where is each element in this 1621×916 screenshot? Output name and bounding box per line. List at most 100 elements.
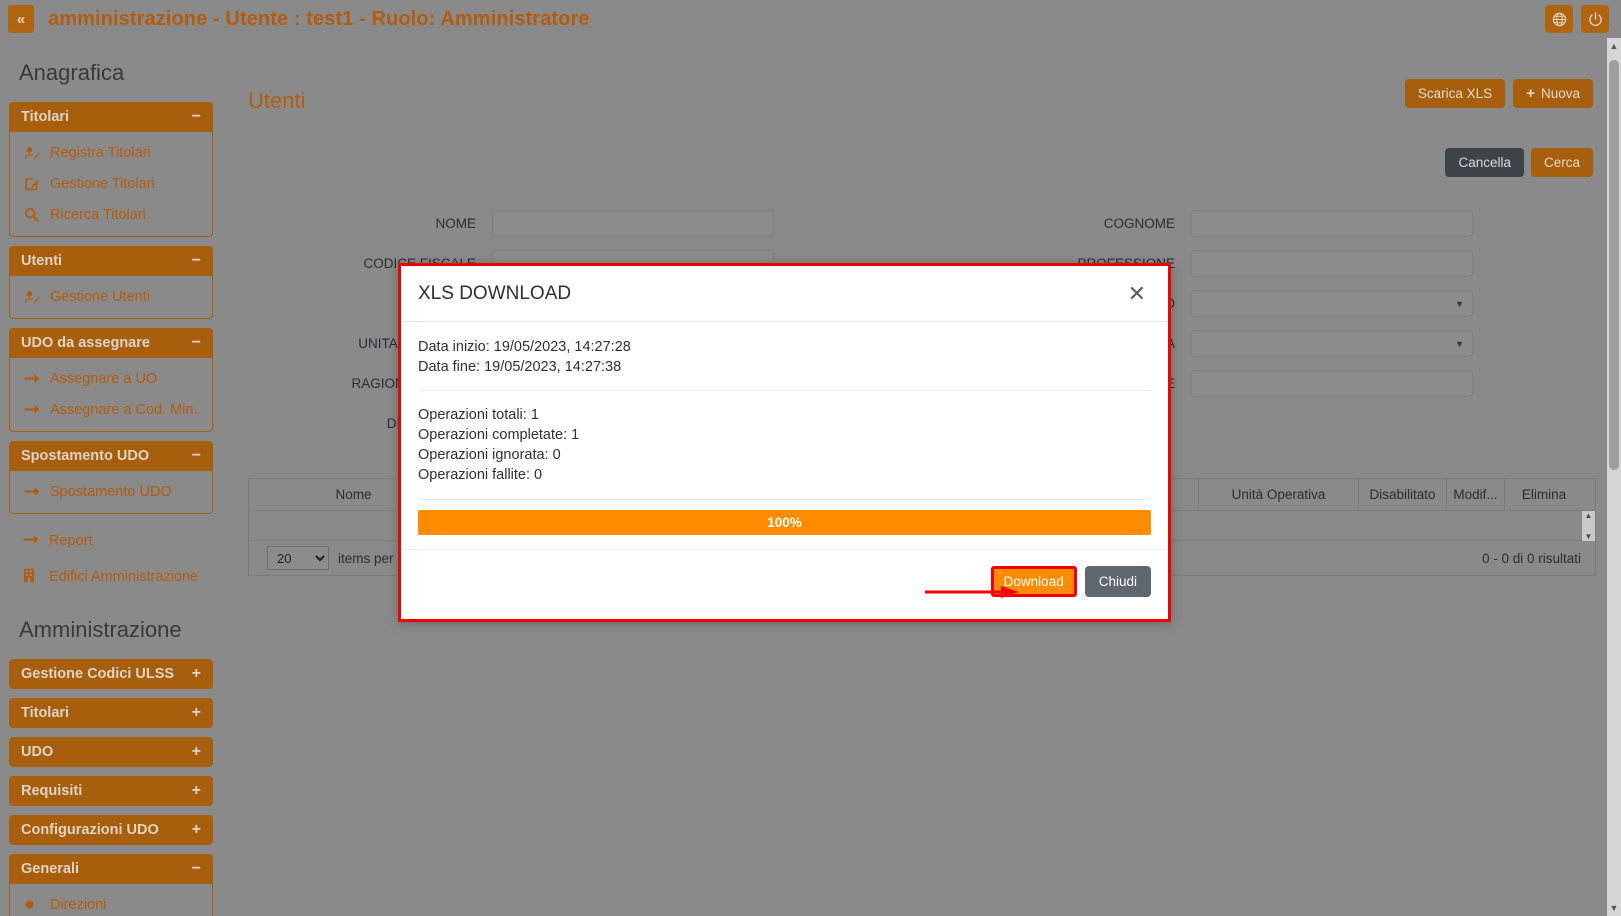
table-column-header[interactable]: Elimina — [1505, 479, 1583, 510]
sidebar-group-header[interactable]: Gestione Codici ULSS + — [9, 659, 213, 689]
table-column-header[interactable]: Modif... — [1447, 479, 1505, 510]
results-count: 0 - 0 di 0 risultati — [1481, 550, 1581, 566]
arrow-right-icon — [23, 533, 49, 549]
expand-toggle-icon[interactable]: + — [192, 704, 201, 722]
page-root: « amministrazione - Utente : test1 - Ruo… — [0, 0, 1621, 916]
sidebar-group: UDO da assegnare − Assegnare a UO Assegnare… — [9, 328, 213, 432]
ops-completed-line: Operazioni completate: 1 — [418, 427, 580, 443]
plus-icon: + — [1526, 85, 1535, 102]
new-button[interactable]: + Nuova — [1513, 79, 1593, 108]
page-size-select[interactable]: 20 — [267, 546, 329, 570]
modal-body: Data inizio: 19/05/2023, 14:27:28 Data f… — [401, 322, 1168, 549]
xls-download-modal: XLS DOWNLOAD ✕ Data inizio: 19/05/2023, … — [398, 263, 1171, 622]
arrow-right-icon — [24, 485, 50, 498]
sidebar-item-direzioni[interactable]: Direzioni — [10, 889, 212, 916]
sidebar-group-label: Generali — [21, 861, 80, 877]
sidebar-item-label: Report — [49, 533, 93, 549]
scroll-up-arrow-icon[interactable]: ▲ — [1607, 38, 1621, 54]
chevron-down-icon: ▼ — [1455, 338, 1464, 349]
sidebar-group-header[interactable]: Generali − — [9, 854, 213, 884]
modal-title: XLS DOWNLOAD — [418, 282, 572, 304]
sidebar-inner: Anagrafica Titolari − Registra Titolari Gest… — [0, 38, 222, 916]
form-input[interactable] — [1191, 210, 1473, 237]
search-actions: Cancella Cerca — [1445, 148, 1593, 177]
sidebar-group-header[interactable]: UDO da assegnare − — [9, 328, 213, 358]
scroll-down-arrow-icon[interactable]: ▼ — [1607, 900, 1621, 916]
sidebar-group: Titolari − Registra Titolari Gestione Titol… — [9, 102, 213, 237]
form-input[interactable] — [492, 210, 774, 237]
arrow-right-icon — [24, 372, 50, 385]
arrow-right-icon — [24, 403, 50, 416]
expand-toggle-icon[interactable]: + — [192, 782, 201, 800]
sidebar-group: Generali − Direzioni — [9, 854, 213, 916]
sidebar-group: UDO + — [9, 737, 213, 767]
sidebar-scrollbar[interactable]: ▲ ▼ — [1607, 38, 1621, 916]
sidebar-group-header[interactable]: UDO + — [9, 737, 213, 767]
topbar-actions — [1545, 5, 1621, 33]
form-input[interactable] — [1191, 250, 1473, 277]
collapse-toggle-icon[interactable]: − — [192, 447, 201, 465]
dot-icon — [24, 899, 50, 910]
globe-icon — [1552, 12, 1566, 26]
sidebar-group-header[interactable]: Configurazioni UDO + — [9, 815, 213, 845]
sidebar-group-label: Requisiti — [21, 783, 83, 799]
sidebar-group: Utenti − Gestione Utenti — [9, 246, 213, 319]
logout-button[interactable] — [1581, 5, 1609, 33]
table-vertical-scrollbar[interactable]: ▲ ▼ — [1582, 511, 1595, 541]
sidebar-item-spostamento-udo[interactable]: Spostamento UDO — [10, 476, 212, 507]
collapse-toggle-icon[interactable]: − — [192, 252, 201, 270]
sidebar-item-label: Edifici Amministrazione — [49, 569, 199, 585]
sidebar-item-edifici-amministrazione[interactable]: Edifici Amministrazione — [9, 559, 213, 595]
modal-close-label: Chiudi — [1098, 573, 1137, 589]
sidebar-group: Gestione Codici ULSS + — [9, 659, 213, 689]
form-field: COGNOME — [921, 210, 1620, 237]
sidebar-item-registra-titolari[interactable]: Registra Titolari — [10, 137, 212, 168]
search-button[interactable]: Cerca — [1530, 148, 1593, 177]
expand-toggle-icon[interactable]: + — [192, 743, 201, 761]
sidebar-item-assegnare-a-cod-min[interactable]: Assegnare a Cod. Min. — [10, 394, 212, 425]
language-button[interactable] — [1545, 5, 1573, 33]
sidebar-group-header[interactable]: Titolari + — [9, 698, 213, 728]
scrollbar-thumb[interactable] — [1609, 60, 1619, 470]
collapse-toggle-icon[interactable]: − — [192, 860, 201, 878]
sidebar-collapse-button[interactable]: « — [8, 5, 34, 33]
collapse-toggle-icon[interactable]: − — [192, 108, 201, 126]
collapse-toggle-icon[interactable]: − — [192, 334, 201, 352]
sidebar-group-label: Titolari — [21, 705, 70, 721]
sidebar-item-assegnare-a-uo[interactable]: Assegnare a UO — [10, 363, 212, 394]
sidebar-group-header[interactable]: Utenti − — [9, 246, 213, 276]
progress-section: 100% — [418, 500, 1151, 549]
sidebar-group-header[interactable]: Spostamento UDO − — [9, 441, 213, 471]
form-row: NOME COGNOME — [222, 210, 1621, 237]
table-column-header[interactable]: Unità Operativa — [1199, 479, 1359, 510]
sidebar-item-label: Spostamento UDO — [50, 483, 172, 500]
sidebar-section-heading: Amministrazione — [19, 617, 182, 642]
sidebar-item-ricerca-titolari[interactable]: Ricerca Titolari — [10, 199, 212, 230]
sidebar-section-heading: Anagrafica — [19, 60, 125, 85]
sidebar-group-header[interactable]: Titolari − — [9, 102, 213, 132]
progress-bar: 100% — [418, 510, 1151, 535]
sidebar-item-gestione-titolari[interactable]: Gestione Titolari — [10, 168, 212, 199]
form-select[interactable]: ▼ — [1191, 330, 1473, 357]
sidebar-item-gestione-utenti[interactable]: Gestione Utenti — [10, 281, 212, 312]
form-select[interactable]: ▼ — [1191, 290, 1473, 317]
triangle-down-icon: ▼ — [1584, 532, 1593, 541]
sidebar-item-report[interactable]: Report — [9, 523, 213, 559]
expand-toggle-icon[interactable]: + — [192, 665, 201, 683]
modal-close-button[interactable]: Chiudi — [1084, 565, 1151, 597]
ops-total-line: Operazioni totali: 1 — [418, 407, 539, 423]
clear-button[interactable]: Cancella — [1445, 148, 1524, 177]
top-bar: « amministrazione - Utente : test1 - Ruo… — [0, 0, 1621, 38]
sidebar-group-label: Spostamento UDO — [21, 448, 150, 464]
sidebar-group-body: Spostamento UDO — [9, 471, 213, 514]
download-xls-button[interactable]: Scarica XLS — [1404, 79, 1506, 108]
sidebar-group-label: UDO — [21, 744, 54, 760]
page-title: Utenti — [248, 88, 306, 113]
modal-dates-section: Data inizio: 19/05/2023, 14:27:28 Data f… — [418, 322, 1151, 390]
expand-toggle-icon[interactable]: + — [192, 821, 201, 839]
table-column-header[interactable]: Disabilitato — [1359, 479, 1447, 510]
sidebar-item-label: Assegnare a Cod. Min. — [50, 401, 198, 418]
close-icon[interactable]: ✕ — [1128, 282, 1146, 305]
form-input[interactable] — [1191, 370, 1473, 397]
sidebar-group-header[interactable]: Requisiti + — [9, 776, 213, 806]
